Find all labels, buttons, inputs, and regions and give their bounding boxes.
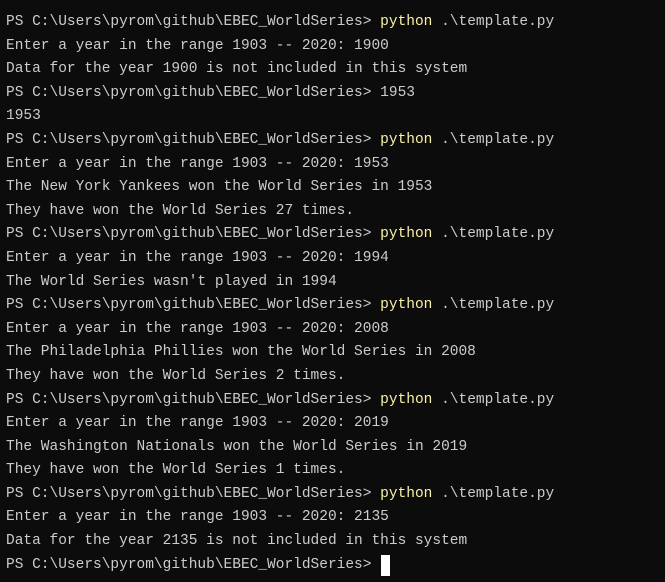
typed-input: 1953 <box>380 84 415 101</box>
output-line: Data for the year 2135 is not included i… <box>6 533 468 550</box>
prompt: PS C:\Users\pyrom\github\EBEC_WorldSerie… <box>6 14 381 30</box>
output-line: Enter a year in the range 1903 -- 2020: … <box>6 249 389 266</box>
output-line: Enter a year in the range 1903 -- 2020: … <box>6 415 389 432</box>
prompt-line: PS C:\Users\pyrom\github\EBEC_WorldSerie… <box>6 389 665 413</box>
command-argument: .\template.py <box>432 485 555 502</box>
command-argument: .\template.py <box>432 391 555 408</box>
output-line: Data for the year 1900 is not included i… <box>6 61 468 78</box>
active-prompt-line[interactable]: PS C:\Users\pyrom\github\EBEC_WorldSerie… <box>6 554 665 578</box>
prompt: PS C:\Users\pyrom\github\EBEC_WorldSerie… <box>6 485 381 502</box>
command-argument: .\template.py <box>432 297 555 314</box>
command-argument: .\template.py <box>432 131 555 148</box>
prompt-line: PS C:\Users\pyrom\github\EBEC_WorldSerie… <box>6 129 665 153</box>
prompt: PS C:\Users\pyrom\github\EBEC_WorldSerie… <box>6 84 381 101</box>
prompt-line: PS C:\Users\pyrom\github\EBEC_WorldSerie… <box>6 223 665 247</box>
prompt-line: PS C:\Users\pyrom\github\EBEC_WorldSerie… <box>6 82 665 106</box>
command: python <box>380 485 433 502</box>
command: python <box>380 391 433 408</box>
output-line: The New York Yankees won the World Serie… <box>6 179 433 196</box>
output-line: They have won the World Series 2 times. <box>6 367 346 384</box>
output-line: Enter a year in the range 1903 -- 2020: … <box>6 320 389 337</box>
command: python <box>380 14 433 30</box>
text-cursor <box>381 554 391 576</box>
terminal-window[interactable]: PS C:\Users\pyrom\github\EBEC_WorldSerie… <box>0 0 665 582</box>
prompt-line: PS C:\Users\pyrom\github\EBEC_WorldSerie… <box>6 483 665 507</box>
command: python <box>380 131 433 148</box>
output-line: Enter a year in the range 1903 -- 2020: … <box>6 155 389 172</box>
command-argument: .\template.py <box>432 226 555 243</box>
prompt-line: PS C:\Users\pyrom\github\EBEC_WorldSerie… <box>6 11 665 35</box>
output-line: The Washington Nationals won the World S… <box>6 438 468 455</box>
output-line: 1953 <box>6 108 41 125</box>
prompt: PS C:\Users\pyrom\github\EBEC_WorldSerie… <box>6 556 381 573</box>
command-argument: .\template.py <box>432 14 555 30</box>
prompt: PS C:\Users\pyrom\github\EBEC_WorldSerie… <box>6 131 381 148</box>
output-line: The World Series wasn't played in 1994 <box>6 273 337 290</box>
output-line: They have won the World Series 1 times. <box>6 462 346 479</box>
output-line: They have won the World Series 27 times. <box>6 202 355 219</box>
prompt: PS C:\Users\pyrom\github\EBEC_WorldSerie… <box>6 297 381 314</box>
prompt-line: PS C:\Users\pyrom\github\EBEC_WorldSerie… <box>6 294 665 318</box>
output-line: Enter a year in the range 1903 -- 2020: … <box>6 37 389 54</box>
command: python <box>380 297 433 314</box>
prompt: PS C:\Users\pyrom\github\EBEC_WorldSerie… <box>6 226 381 243</box>
prompt: PS C:\Users\pyrom\github\EBEC_WorldSerie… <box>6 391 381 408</box>
output-line: The Philadelphia Phillies won the World … <box>6 344 476 361</box>
output-line: Enter a year in the range 1903 -- 2020: … <box>6 509 389 526</box>
command: python <box>380 226 433 243</box>
